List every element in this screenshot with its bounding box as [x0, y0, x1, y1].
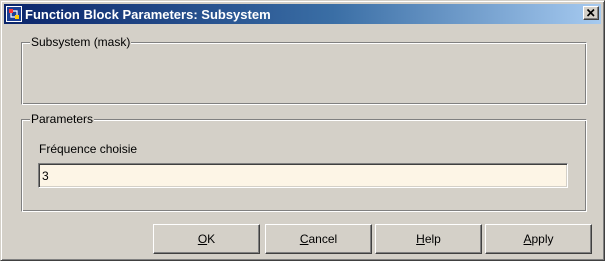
- help-button[interactable]: Help: [375, 224, 482, 254]
- subsystem-mask-group: Subsystem (mask): [21, 35, 587, 105]
- function-block-parameters-dialog: Function Block Parameters: Subsystem Sub…: [0, 0, 605, 261]
- subsystem-mask-legend: Subsystem (mask): [30, 35, 132, 49]
- ok-mnemonic: O: [197, 232, 208, 246]
- frequency-label: Fréquence choisie: [39, 142, 138, 156]
- window-title: Function Block Parameters: Subsystem: [25, 6, 271, 22]
- cancel-button[interactable]: Cancel: [265, 224, 372, 254]
- close-button[interactable]: [583, 6, 599, 20]
- apply-label-rest: pply: [531, 232, 554, 246]
- apply-mnemonic: A: [523, 232, 532, 246]
- frequency-input[interactable]: [38, 163, 568, 188]
- ok-button[interactable]: OK: [153, 224, 260, 254]
- parameters-legend: Parameters: [30, 112, 95, 126]
- cancel-label-rest: ancel: [308, 232, 338, 246]
- ok-label-rest: K: [207, 232, 216, 246]
- title-bar[interactable]: Function Block Parameters: Subsystem: [4, 4, 601, 24]
- help-mnemonic: H: [416, 232, 425, 246]
- apply-button[interactable]: Apply: [485, 224, 592, 254]
- help-label-rest: elp: [424, 232, 441, 246]
- simulink-block-icon: [6, 6, 22, 22]
- close-icon: [586, 8, 595, 17]
